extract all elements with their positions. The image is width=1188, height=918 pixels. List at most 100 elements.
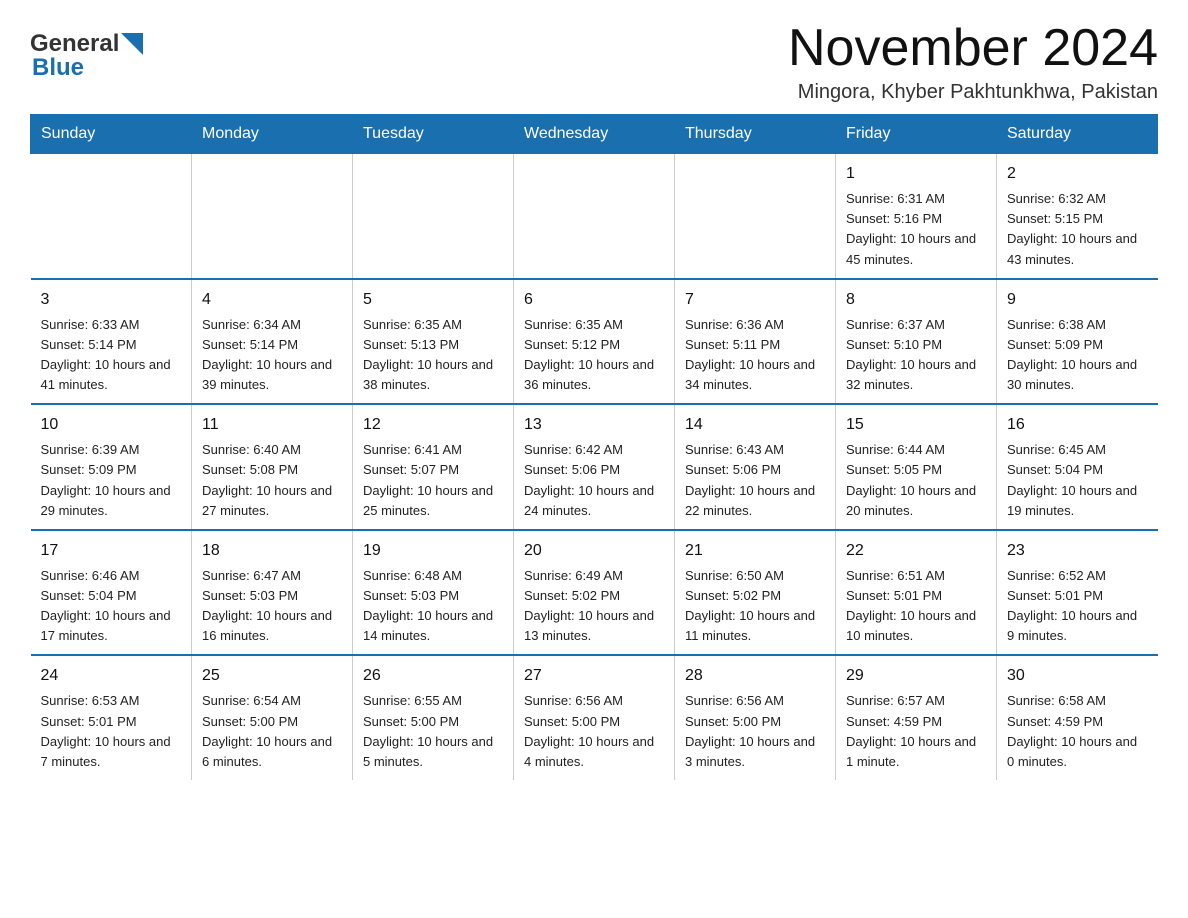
day-info: Sunrise: 6:48 AM Sunset: 5:03 PM Dayligh…	[363, 566, 503, 647]
calendar-cell: 1 Sunrise: 6:31 AM Sunset: 5:16 PM Daylig…	[836, 154, 997, 279]
calendar-cell: 5 Sunrise: 6:35 AM Sunset: 5:13 PM Daylig…	[353, 279, 514, 405]
calendar-cell: 3 Sunrise: 6:33 AM Sunset: 5:14 PM Daylig…	[31, 279, 192, 405]
calendar-cell: 12 Sunrise: 6:41 AM Sunset: 5:07 PM Dayli…	[353, 404, 514, 530]
calendar-cell: 28 Sunrise: 6:56 AM Sunset: 5:00 PM Dayli…	[675, 655, 836, 780]
calendar-cell: 8 Sunrise: 6:37 AM Sunset: 5:10 PM Daylig…	[836, 279, 997, 405]
title-area: November 2024 Mingora, Khyber Pakhtunkhw…	[788, 20, 1158, 104]
calendar-cell: 9Sunrise: 6:38 AM Sunset: 5:09 PM Daylig…	[997, 279, 1158, 405]
day-number: 14	[685, 413, 825, 437]
calendar-week-row: 17 Sunrise: 6:46 AM Sunset: 5:04 PM Dayli…	[31, 530, 1158, 656]
calendar-cell: 25 Sunrise: 6:54 AM Sunset: 5:00 PM Dayli…	[192, 655, 353, 780]
day-info: Sunrise: 6:46 AM Sunset: 5:04 PM Dayligh…	[41, 566, 182, 647]
weekday-header-monday: Monday	[192, 115, 353, 154]
day-number: 16	[1007, 413, 1148, 437]
logo-triangle-icon	[121, 33, 143, 55]
day-info: Sunrise: 6:39 AM Sunset: 5:09 PM Dayligh…	[41, 440, 182, 521]
calendar-week-row: 10 Sunrise: 6:39 AM Sunset: 5:09 PM Dayli…	[31, 404, 1158, 530]
day-number: 22	[846, 539, 986, 563]
weekday-header-tuesday: Tuesday	[353, 115, 514, 154]
day-info: Sunrise: 6:56 AM Sunset: 5:00 PM Dayligh…	[524, 691, 664, 772]
weekday-header-thursday: Thursday	[675, 115, 836, 154]
day-number: 17	[41, 539, 182, 563]
day-info: Sunrise: 6:41 AM Sunset: 5:07 PM Dayligh…	[363, 440, 503, 521]
calendar-cell: 26Sunrise: 6:55 AM Sunset: 5:00 PM Dayli…	[353, 655, 514, 780]
day-number: 28	[685, 664, 825, 688]
calendar-week-row: 3 Sunrise: 6:33 AM Sunset: 5:14 PM Daylig…	[31, 279, 1158, 405]
day-number: 9	[1007, 288, 1148, 312]
calendar-cell	[192, 154, 353, 279]
day-number: 8	[846, 288, 986, 312]
calendar-cell: 18 Sunrise: 6:47 AM Sunset: 5:03 PM Dayli…	[192, 530, 353, 656]
day-info: Sunrise: 6:56 AM Sunset: 5:00 PM Dayligh…	[685, 691, 825, 772]
calendar-cell: 21Sunrise: 6:50 AM Sunset: 5:02 PM Dayli…	[675, 530, 836, 656]
calendar-cell	[675, 154, 836, 279]
day-number: 19	[363, 539, 503, 563]
month-title: November 2024	[788, 20, 1158, 77]
calendar-cell: 30 Sunrise: 6:58 AM Sunset: 4:59 PM Dayli…	[997, 655, 1158, 780]
calendar-cell: 24Sunrise: 6:53 AM Sunset: 5:01 PM Dayli…	[31, 655, 192, 780]
day-number: 15	[846, 413, 986, 437]
calendar-cell: 16 Sunrise: 6:45 AM Sunset: 5:04 PM Dayli…	[997, 404, 1158, 530]
day-number: 25	[202, 664, 342, 688]
calendar-cell: 6 Sunrise: 6:35 AM Sunset: 5:12 PM Daylig…	[514, 279, 675, 405]
calendar-cell: 19 Sunrise: 6:48 AM Sunset: 5:03 PM Dayli…	[353, 530, 514, 656]
calendar-cell: 27 Sunrise: 6:56 AM Sunset: 5:00 PM Dayli…	[514, 655, 675, 780]
day-number: 4	[202, 288, 342, 312]
calendar-header-row: SundayMondayTuesdayWednesdayThursdayFrid…	[31, 115, 1158, 154]
day-number: 6	[524, 288, 664, 312]
day-number: 30	[1007, 664, 1148, 688]
day-number: 13	[524, 413, 664, 437]
day-info: Sunrise: 6:35 AM Sunset: 5:12 PM Dayligh…	[524, 315, 664, 396]
day-info: Sunrise: 6:33 AM Sunset: 5:14 PM Dayligh…	[41, 315, 182, 396]
logo-blue-text: Blue	[32, 54, 143, 82]
day-info: Sunrise: 6:37 AM Sunset: 5:10 PM Dayligh…	[846, 315, 986, 396]
day-number: 10	[41, 413, 182, 437]
calendar-cell: 13Sunrise: 6:42 AM Sunset: 5:06 PM Dayli…	[514, 404, 675, 530]
calendar-cell	[353, 154, 514, 279]
weekday-header-wednesday: Wednesday	[514, 115, 675, 154]
day-number: 27	[524, 664, 664, 688]
calendar-cell: 10 Sunrise: 6:39 AM Sunset: 5:09 PM Dayli…	[31, 404, 192, 530]
weekday-header-sunday: Sunday	[31, 115, 192, 154]
day-number: 2	[1007, 162, 1148, 186]
day-number: 12	[363, 413, 503, 437]
day-number: 11	[202, 413, 342, 437]
calendar-cell	[514, 154, 675, 279]
day-info: Sunrise: 6:49 AM Sunset: 5:02 PM Dayligh…	[524, 566, 664, 647]
day-info: Sunrise: 6:51 AM Sunset: 5:01 PM Dayligh…	[846, 566, 986, 647]
calendar-cell: 4 Sunrise: 6:34 AM Sunset: 5:14 PM Daylig…	[192, 279, 353, 405]
day-info: Sunrise: 6:34 AM Sunset: 5:14 PM Dayligh…	[202, 315, 342, 396]
day-info: Sunrise: 6:36 AM Sunset: 5:11 PM Dayligh…	[685, 315, 825, 396]
weekday-header-friday: Friday	[836, 115, 997, 154]
day-info: Sunrise: 6:31 AM Sunset: 5:16 PM Dayligh…	[846, 189, 986, 270]
day-info: Sunrise: 6:45 AM Sunset: 5:04 PM Dayligh…	[1007, 440, 1148, 521]
day-number: 20	[524, 539, 664, 563]
calendar-cell: 17 Sunrise: 6:46 AM Sunset: 5:04 PM Dayli…	[31, 530, 192, 656]
calendar-cell	[31, 154, 192, 279]
calendar-cell: 7Sunrise: 6:36 AM Sunset: 5:11 PM Daylig…	[675, 279, 836, 405]
day-number: 1	[846, 162, 986, 186]
day-number: 23	[1007, 539, 1148, 563]
day-info: Sunrise: 6:35 AM Sunset: 5:13 PM Dayligh…	[363, 315, 503, 396]
day-info: Sunrise: 6:54 AM Sunset: 5:00 PM Dayligh…	[202, 691, 342, 772]
day-info: Sunrise: 6:53 AM Sunset: 5:01 PM Dayligh…	[41, 691, 182, 772]
calendar-table: SundayMondayTuesdayWednesdayThursdayFrid…	[30, 114, 1158, 780]
day-info: Sunrise: 6:32 AM Sunset: 5:15 PM Dayligh…	[1007, 189, 1148, 270]
calendar-cell: 29 Sunrise: 6:57 AM Sunset: 4:59 PM Dayli…	[836, 655, 997, 780]
day-number: 5	[363, 288, 503, 312]
day-info: Sunrise: 6:58 AM Sunset: 4:59 PM Dayligh…	[1007, 691, 1148, 772]
page-header: General Blue November 2024 Mingora, Khyb…	[30, 20, 1158, 104]
day-info: Sunrise: 6:47 AM Sunset: 5:03 PM Dayligh…	[202, 566, 342, 647]
day-info: Sunrise: 6:43 AM Sunset: 5:06 PM Dayligh…	[685, 440, 825, 521]
day-number: 29	[846, 664, 986, 688]
calendar-cell: 15 Sunrise: 6:44 AM Sunset: 5:05 PM Dayli…	[836, 404, 997, 530]
day-number: 18	[202, 539, 342, 563]
logo: General Blue	[30, 20, 143, 82]
location-title: Mingora, Khyber Pakhtunkhwa, Pakistan	[788, 81, 1158, 104]
day-number: 21	[685, 539, 825, 563]
calendar-cell: 14 Sunrise: 6:43 AM Sunset: 5:06 PM Dayli…	[675, 404, 836, 530]
day-number: 3	[41, 288, 182, 312]
calendar-cell: 22 Sunrise: 6:51 AM Sunset: 5:01 PM Dayli…	[836, 530, 997, 656]
day-info: Sunrise: 6:44 AM Sunset: 5:05 PM Dayligh…	[846, 440, 986, 521]
day-info: Sunrise: 6:57 AM Sunset: 4:59 PM Dayligh…	[846, 691, 986, 772]
